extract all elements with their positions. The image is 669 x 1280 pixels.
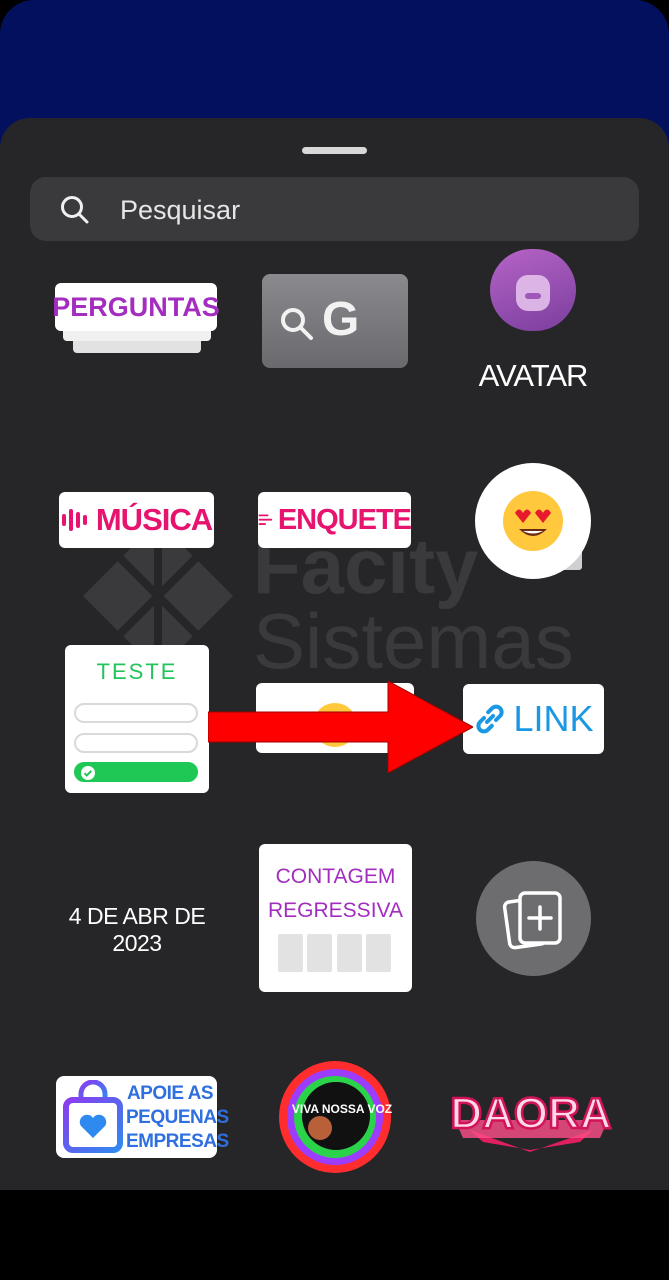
emoji-slider-sticker[interactable] bbox=[475, 463, 591, 579]
search-bar[interactable] bbox=[30, 177, 639, 241]
small-business-line1: APOIE AS bbox=[126, 1083, 214, 1104]
emoji-reaction-sticker[interactable] bbox=[256, 683, 414, 753]
drag-handle[interactable] bbox=[302, 147, 367, 154]
search-icon bbox=[281, 308, 313, 340]
perguntas-label: PERGUNTAS bbox=[52, 283, 220, 331]
gif-letter: G bbox=[322, 293, 360, 346]
musica-label: MÚSICA bbox=[95, 502, 213, 537]
viva-label: VIVA NOSSA VOZ bbox=[292, 1102, 392, 1116]
small-business-sticker[interactable]: APOIE AS PEQUENAS EMPRESAS bbox=[56, 1076, 229, 1158]
countdown-label: CONTAGEM REGRESSIVA bbox=[259, 860, 412, 928]
quiz-option-correct bbox=[74, 762, 198, 782]
poll-lines-icon bbox=[258, 514, 273, 525]
shopping-bag-heart-icon bbox=[63, 1080, 123, 1153]
daora-sticker[interactable]: DAORA bbox=[449, 1080, 613, 1152]
heart-eyes-emoji-icon bbox=[503, 491, 563, 551]
daora-burst-icon: DAORA bbox=[449, 1088, 613, 1152]
add-photo-sticker[interactable] bbox=[476, 861, 591, 976]
search-icon bbox=[61, 196, 89, 224]
countdown-box bbox=[307, 934, 332, 972]
viva-nossa-voz-badge-icon: VIVA NOSSA VOZ bbox=[279, 1061, 392, 1173]
countdown-label-line2: REGRESSIVA bbox=[268, 899, 403, 922]
link-label: LINK bbox=[513, 698, 594, 739]
small-business-label: APOIE AS PEQUENAS EMPRESAS bbox=[126, 1082, 229, 1154]
countdown-box bbox=[366, 934, 391, 972]
quiz-option bbox=[74, 733, 198, 753]
quiz-sticker[interactable]: TESTE bbox=[65, 645, 209, 793]
small-business-line3: EMPRESAS bbox=[126, 1131, 229, 1152]
check-icon bbox=[81, 766, 95, 780]
countdown-label-line1: CONTAGEM bbox=[275, 865, 396, 888]
countdown-box bbox=[337, 934, 362, 972]
gif-search-sticker[interactable]: G bbox=[262, 274, 408, 368]
daora-label: DAORA bbox=[450, 1089, 611, 1138]
viva-nossa-voz-sticker[interactable]: VIVA NOSSA VOZ bbox=[276, 1058, 394, 1176]
avatar-face-icon bbox=[516, 275, 550, 311]
sticker-tray-sheet: Facity Sistemas PERGUNTAS G AVATAR MÚSIC… bbox=[0, 118, 669, 1190]
quiz-option bbox=[74, 703, 198, 723]
date-sticker[interactable]: 4 DE ABR DE 2023 bbox=[52, 903, 222, 957]
musica-sticker[interactable]: MÚSICA bbox=[59, 492, 214, 548]
search-input[interactable] bbox=[118, 191, 602, 229]
watermark-text-2: Sistemas bbox=[253, 597, 574, 685]
add-photo-icon bbox=[502, 891, 562, 950]
enquete-label: ENQUETE bbox=[277, 503, 412, 536]
heart-eyes-emoji-icon bbox=[313, 703, 357, 747]
bottom-system-bar bbox=[0, 1190, 669, 1280]
avatar-label: AVATAR bbox=[478, 358, 589, 393]
quiz-title: TESTE bbox=[96, 659, 178, 684]
avatar-sticker[interactable] bbox=[490, 249, 576, 331]
music-bars-icon bbox=[61, 509, 87, 531]
link-sticker[interactable]: LINK bbox=[463, 684, 604, 754]
small-business-line2: PEQUENAS bbox=[126, 1107, 229, 1128]
perguntas-sticker[interactable]: PERGUNTAS bbox=[52, 283, 220, 355]
countdown-box bbox=[278, 934, 303, 972]
countdown-sticker[interactable]: CONTAGEM REGRESSIVA bbox=[259, 844, 412, 992]
link-chain-icon bbox=[476, 704, 505, 734]
enquete-sticker[interactable]: ENQUETE bbox=[258, 492, 412, 548]
